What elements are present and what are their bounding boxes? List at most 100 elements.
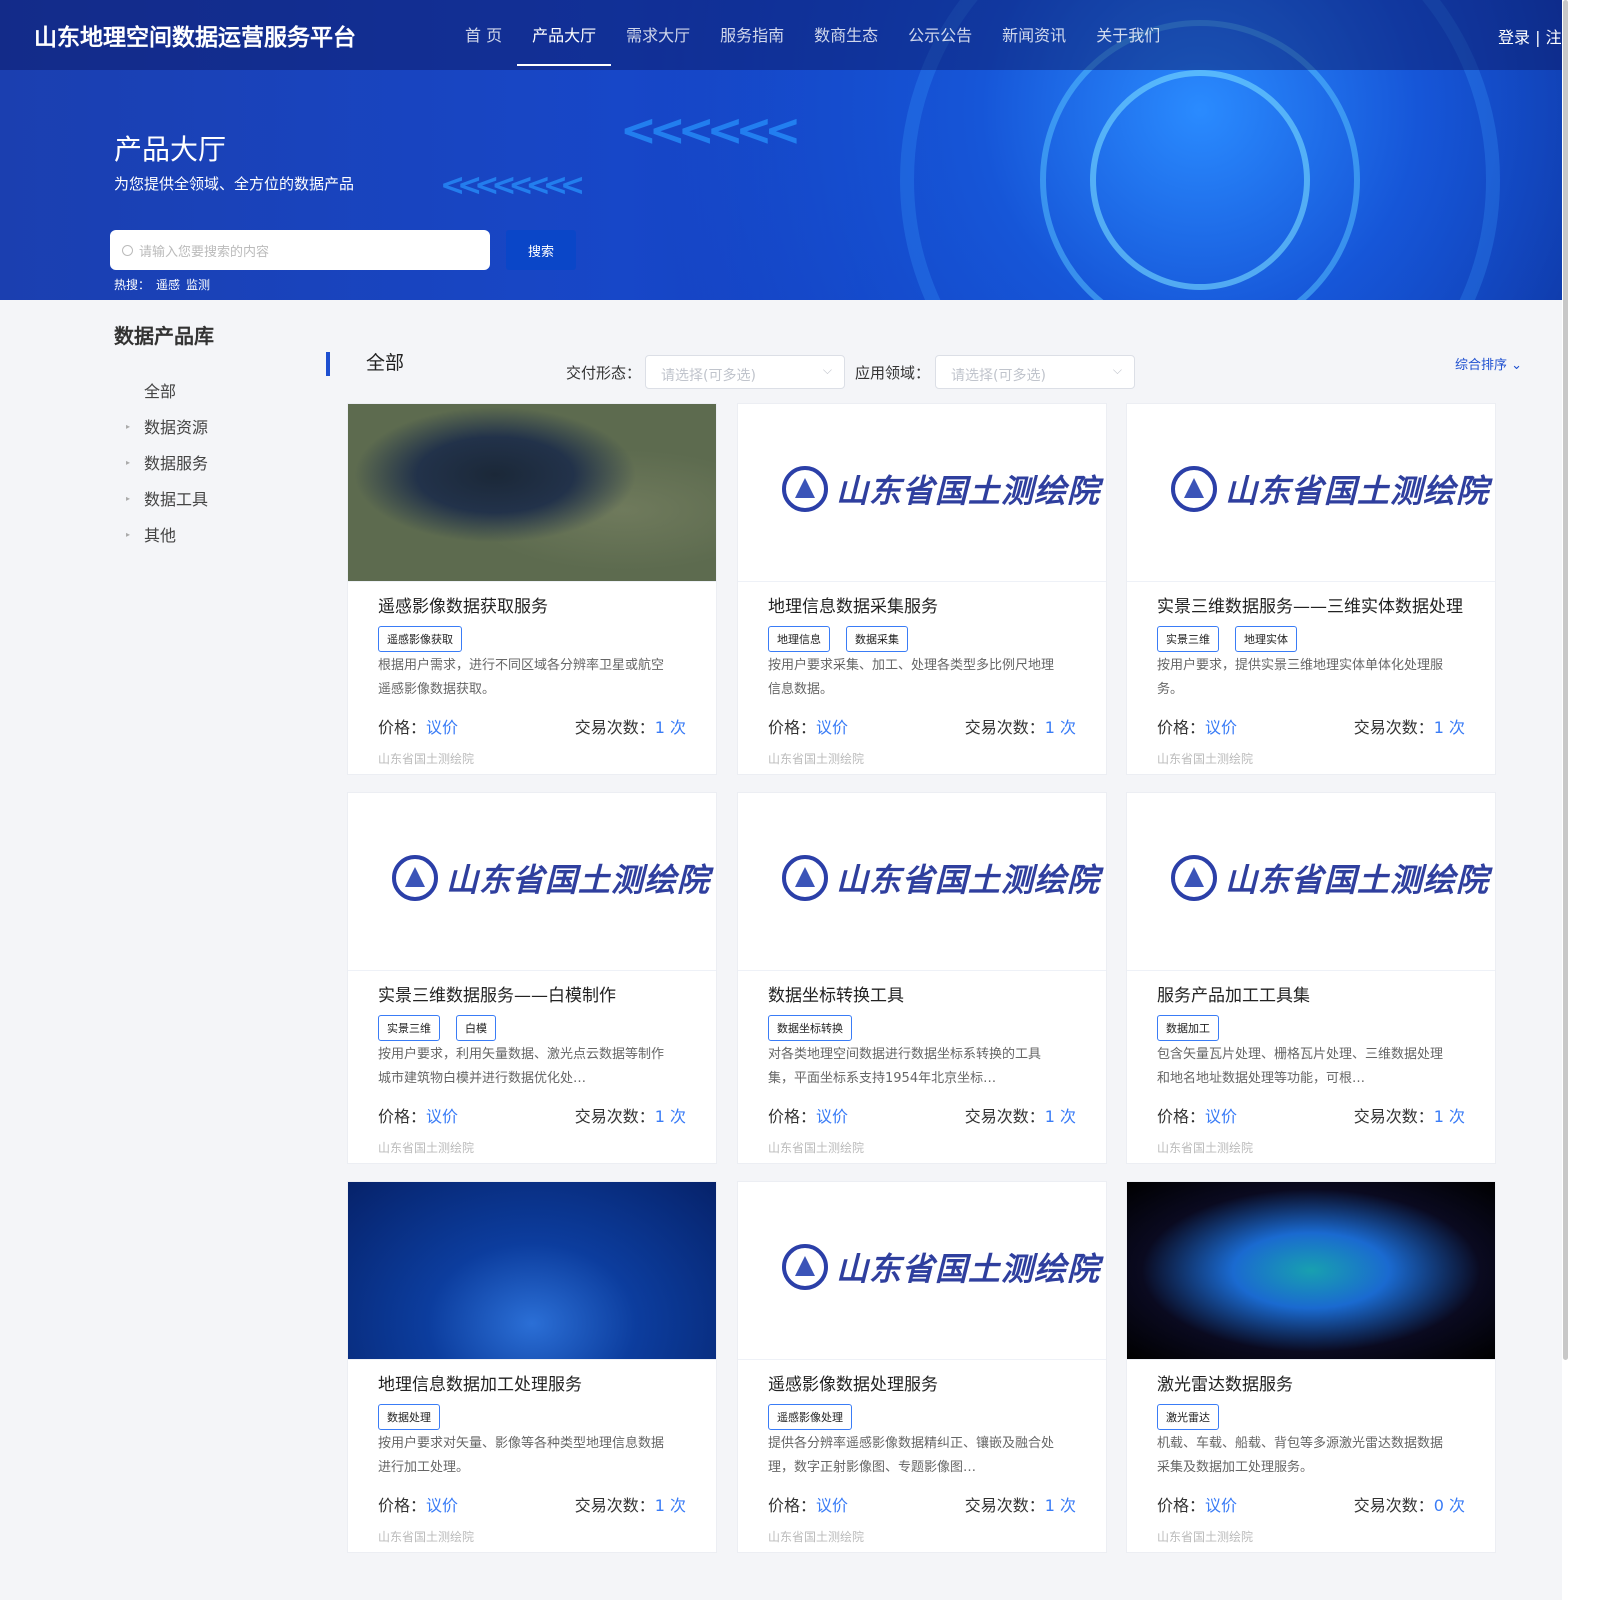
emblem-icon — [782, 466, 828, 512]
tag-list: 地理信息 数据采集 — [768, 626, 908, 652]
count-unit: 次 — [664, 718, 686, 737]
trade-count: 交易次数：1 次 — [965, 1103, 1076, 1127]
product-card[interactable]: 山东省国土测绘院 实景三维数据服务——白模制作 实景三维 白模 按用户要求，利用矢量数据… — [347, 792, 717, 1164]
product-card[interactable]: 山东省国土测绘院 服务产品加工工具集 数据加工 包含矢量瓦片处理、栅格瓦片处理、三维数… — [1126, 792, 1496, 1164]
product-image[interactable]: 山东省国土测绘院 — [1127, 793, 1495, 971]
emblem-icon — [392, 855, 438, 901]
logo-text: 山东省国土测绘院 — [836, 1250, 1101, 1288]
product-title[interactable]: 激光雷达数据服务 — [1157, 1370, 1293, 1395]
count-unit: 次 — [1443, 1496, 1465, 1515]
nav-item[interactable]: 公示公告 — [893, 22, 987, 66]
product-image[interactable] — [348, 404, 716, 582]
domain-label: 应用领域： — [855, 364, 931, 382]
price: 价格：议价 — [378, 1103, 458, 1127]
sidebar-item[interactable]: ▸ 数据服务 — [126, 444, 208, 480]
price-value: 议价 — [816, 718, 849, 737]
product-title[interactable]: 遥感影像数据处理服务 — [768, 1370, 938, 1395]
nav-item[interactable]: 服务指南 — [705, 22, 799, 66]
product-card[interactable]: 山东省国土测绘院 地理信息数据采集服务 地理信息 数据采集 按用户要求采集、加工、处理各… — [737, 403, 1107, 775]
tag: 实景三维 — [1157, 626, 1219, 652]
nav-item[interactable]: 新闻资讯 — [987, 22, 1081, 66]
tag: 遥感影像处理 — [768, 1404, 852, 1430]
trade-count: 交易次数：1 次 — [575, 1103, 686, 1127]
product-title[interactable]: 地理信息数据采集服务 — [768, 592, 938, 617]
tag-list: 实景三维 白模 — [378, 1015, 496, 1041]
product-image[interactable]: 山东省国土测绘院 — [348, 793, 716, 971]
logo-text: 山东省国土测绘院 — [1225, 861, 1490, 899]
provider: 山东省国土测绘院 — [768, 752, 865, 766]
sidebar-item-label: 数据工具 — [144, 490, 209, 509]
search-placeholder: 请输入您要搜索的内容 — [139, 244, 270, 260]
product-title[interactable]: 遥感影像数据获取服务 — [378, 592, 548, 617]
org-logo: 山东省国土测绘院 — [782, 855, 1100, 901]
decor-chevrons: <<<<<< — [620, 105, 801, 156]
count-value: 1 — [654, 1107, 665, 1126]
product-image[interactable]: 山东省国土测绘院 — [738, 793, 1106, 971]
domain-placeholder: 请选择(可多选) — [951, 368, 1046, 384]
scrollbar[interactable] — [1562, 0, 1600, 1600]
product-card[interactable]: 山东省国土测绘院 遥感影像数据处理服务 遥感影像处理 提供各分辨率遥感影像数据精纠正、… — [737, 1181, 1107, 1553]
nav-item[interactable]: 产品大厅 — [517, 22, 612, 66]
product-title[interactable]: 实景三维数据服务——白模制作 — [378, 981, 616, 1006]
provider: 山东省国土测绘院 — [1157, 1141, 1254, 1155]
sidebar-item-label: 其他 — [144, 526, 177, 545]
tag: 激光雷达 — [1157, 1404, 1219, 1430]
price: 价格：议价 — [768, 714, 848, 738]
domain-select[interactable]: 请选择(可多选) ⌵ — [935, 355, 1135, 389]
price: 价格：议价 — [378, 1492, 458, 1516]
count-label: 交易次数： — [1353, 718, 1434, 737]
trade-count: 交易次数：1 次 — [1354, 1103, 1465, 1127]
tag-list: 激光雷达 — [1157, 1404, 1219, 1430]
emblem-icon — [1171, 855, 1217, 901]
product-image[interactable]: 山东省国土测绘院 — [738, 1182, 1106, 1360]
price-label: 价格： — [378, 1496, 427, 1515]
price-label: 价格： — [1157, 1107, 1206, 1126]
tag-list: 遥感影像处理 — [768, 1404, 852, 1430]
nav-item[interactable]: 需求大厅 — [611, 22, 705, 66]
caret-right-icon: ▸ — [126, 421, 131, 431]
price: 价格：议价 — [768, 1492, 848, 1516]
site-title[interactable]: 山东地理空间数据运营服务平台 — [34, 18, 356, 52]
page-subtitle: 为您提供全领域、全方位的数据产品 — [114, 175, 355, 193]
product-card[interactable]: 激光雷达数据服务 激光雷达 机载、车载、船载、背包等多源激光雷达数据数据采集及数据加… — [1126, 1181, 1496, 1553]
hot-term[interactable]: 遥感 — [156, 278, 180, 292]
search-input[interactable]: 请输入您要搜索的内容 — [110, 230, 490, 270]
product-title[interactable]: 数据坐标转换工具 — [768, 981, 904, 1006]
main-nav: 首 页产品大厅 需求大厅 服务指南 数商生态 公示公告 新闻资讯 关于我们 — [450, 22, 1175, 66]
scrollbar-thumb[interactable] — [1563, 0, 1568, 1360]
count-label: 交易次数： — [964, 1496, 1045, 1515]
product-title[interactable]: 实景三维数据服务——三维实体数据处理 — [1157, 592, 1463, 617]
nav-item[interactable]: 数商生态 — [799, 22, 893, 66]
provider: 山东省国土测绘院 — [768, 1530, 865, 1544]
price-label: 价格： — [1157, 1496, 1206, 1515]
sidebar-item[interactable]: ▸ 数据工具 — [126, 480, 208, 516]
price-label: 价格： — [378, 718, 427, 737]
product-image[interactable]: 山东省国土测绘院 — [1127, 404, 1495, 582]
product-card[interactable]: 山东省国土测绘院 实景三维数据服务——三维实体数据处理 实景三维 地理实体 按用户要求，… — [1126, 403, 1496, 775]
product-card[interactable]: 遥感影像数据获取服务 遥感影像获取 根据用户需求，进行不同区域各分辨率卫星或航空遥感… — [347, 403, 717, 775]
product-desc: 包含矢量瓦片处理、栅格瓦片处理、三维数据处理和地名地址数据处理等功能，可根… — [1157, 1047, 1444, 1086]
price-label: 价格： — [768, 1107, 817, 1126]
price: 价格：议价 — [1157, 1103, 1237, 1127]
delivery-select[interactable]: 请选择(可多选) ⌵ — [645, 355, 845, 389]
sort-dropdown[interactable]: 综合排序 ⌄ — [1455, 354, 1522, 373]
product-card[interactable]: 山东省国土测绘院 数据坐标转换工具 数据坐标转换 对各类地理空间数据进行数据坐标系转换… — [737, 792, 1107, 1164]
product-image[interactable] — [348, 1182, 716, 1360]
sidebar-item[interactable]: 全部 — [126, 372, 208, 408]
product-title[interactable]: 服务产品加工工具集 — [1157, 981, 1310, 1006]
sidebar-item[interactable]: ▸ 其他 — [126, 516, 208, 552]
tag-list: 数据加工 — [1157, 1015, 1219, 1041]
sidebar-item[interactable]: ▸ 数据资源 — [126, 408, 208, 444]
nav-item[interactable]: 关于我们 — [1081, 22, 1175, 66]
nav-item[interactable]: 首 页 — [450, 22, 517, 66]
chevron-down-icon: ⌵ — [1112, 363, 1122, 377]
product-card[interactable]: 地理信息数据加工处理服务 数据处理 按用户要求对矢量、影像等各种类型地理信息数据进行… — [347, 1181, 717, 1553]
count-label: 交易次数： — [1353, 1496, 1434, 1515]
count-label: 交易次数： — [964, 718, 1045, 737]
trade-count: 交易次数：1 次 — [575, 1492, 686, 1516]
product-title[interactable]: 地理信息数据加工处理服务 — [378, 1370, 582, 1395]
hot-term[interactable]: 监测 — [186, 278, 210, 292]
product-image[interactable]: 山东省国土测绘院 — [738, 404, 1106, 582]
product-image[interactable] — [1127, 1182, 1495, 1360]
search-button[interactable]: 搜索 — [506, 230, 576, 270]
